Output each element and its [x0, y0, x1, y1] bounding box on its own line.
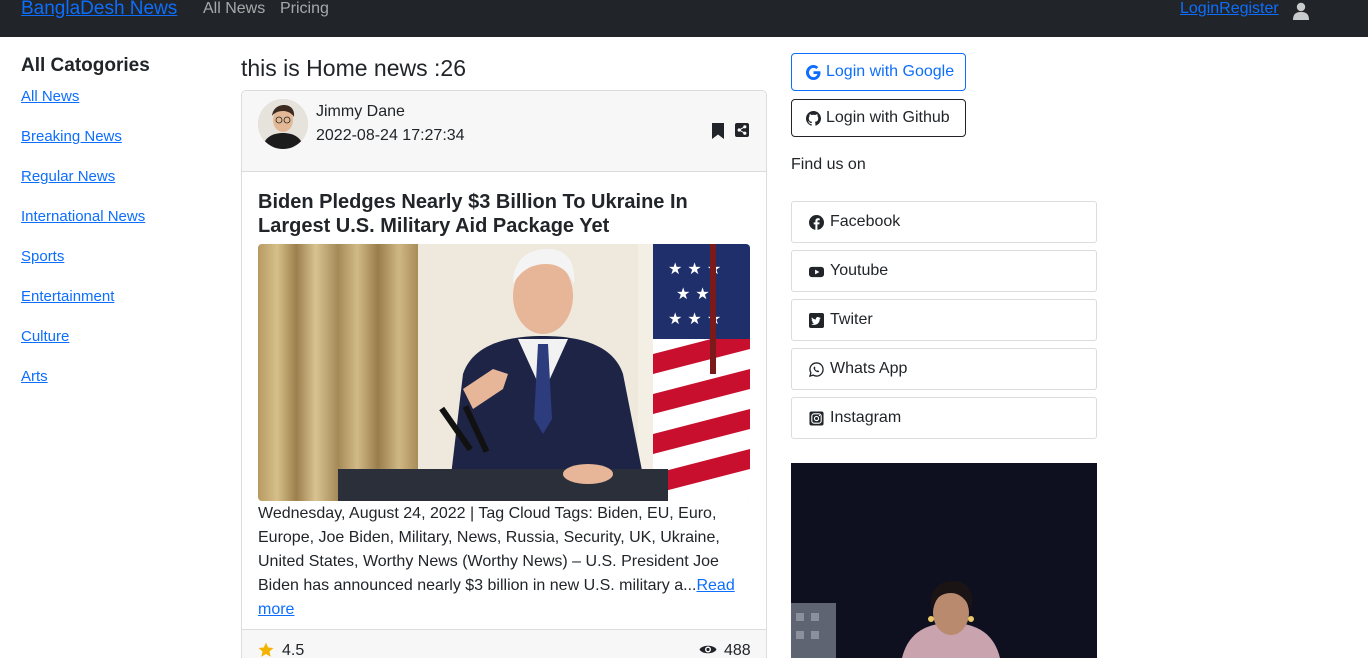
- top-navbar: BanglaDesh News All News Pricing LoginRe…: [0, 0, 1368, 37]
- social-label: Youtube: [830, 262, 889, 279]
- user-icon[interactable]: [1293, 2, 1309, 20]
- category-list: All News Breaking News Regular News Inte…: [21, 88, 145, 408]
- list-item: Arts: [21, 368, 145, 408]
- whatsapp-icon: [809, 361, 824, 377]
- category-regular-news[interactable]: Regular News: [21, 168, 115, 185]
- github-icon: [806, 110, 821, 126]
- card-header: Jimmy Dane 2022-08-24 17:27:34: [242, 91, 766, 172]
- login-google-label: Login with Google: [826, 63, 955, 80]
- social-label: Instagram: [830, 409, 902, 426]
- category-all-news[interactable]: All News: [21, 88, 79, 105]
- share-icon[interactable]: [735, 123, 749, 137]
- list-item: International News: [21, 208, 145, 248]
- news-card: Jimmy Dane 2022-08-24 17:27:34 Biden Ple…: [241, 90, 767, 658]
- login-register-link[interactable]: LoginRegister: [1180, 0, 1279, 18]
- rating-value: 4.5: [282, 642, 305, 658]
- social-label: Twiter: [830, 311, 873, 328]
- category-entertainment[interactable]: Entertainment: [21, 288, 114, 305]
- social-instagram[interactable]: Instagram: [791, 397, 1097, 439]
- eye-icon: [699, 645, 717, 654]
- login-github-label: Login with Github: [826, 109, 950, 126]
- social-facebook[interactable]: Facebook: [791, 201, 1097, 243]
- list-item: All News: [21, 88, 145, 128]
- star-icon: [258, 642, 274, 657]
- nav-all-news[interactable]: All News: [203, 0, 265, 18]
- publish-date: 2022-08-24 17:27:34: [316, 127, 465, 144]
- youtube-icon: [809, 266, 824, 277]
- social-whatsapp[interactable]: Whats App: [791, 348, 1097, 390]
- views-count: 488: [724, 642, 751, 658]
- social-label: Facebook: [830, 213, 901, 230]
- list-item: Sports: [21, 248, 145, 288]
- login-google-button[interactable]: Login with Google: [791, 53, 966, 91]
- instagram-icon: [809, 410, 824, 426]
- author-avatar: [258, 99, 308, 149]
- ad-image: [791, 463, 1097, 658]
- social-label: Whats App: [830, 360, 908, 377]
- facebook-icon: [809, 214, 824, 230]
- nav-pricing[interactable]: Pricing: [280, 0, 329, 18]
- list-item: Regular News: [21, 168, 145, 208]
- list-item: Breaking News: [21, 128, 145, 168]
- list-item: Culture: [21, 328, 145, 368]
- category-international-news[interactable]: International News: [21, 208, 145, 225]
- news-excerpt: Wednesday, August 24, 2022 | Tag Cloud T…: [258, 505, 735, 618]
- bookmark-icon[interactable]: [712, 123, 724, 139]
- login-github-button[interactable]: Login with Github: [791, 99, 966, 137]
- category-breaking-news[interactable]: Breaking News: [21, 128, 122, 145]
- social-twitter[interactable]: Twiter: [791, 299, 1097, 341]
- category-culture[interactable]: Culture: [21, 328, 69, 345]
- news-image: ★ ★ ★ ★ ★ ★ ★ ★: [258, 244, 750, 501]
- category-sports[interactable]: Sports: [21, 248, 64, 265]
- brand-link[interactable]: BanglaDesh News: [21, 0, 177, 20]
- news-headline[interactable]: Biden Pledges Nearly $3 Billion To Ukrai…: [258, 190, 753, 238]
- twitter-icon: [809, 312, 824, 328]
- find-us-heading: Find us on: [791, 156, 866, 173]
- list-item: Entertainment: [21, 288, 145, 328]
- page-title: this is Home news :26: [241, 55, 466, 81]
- author-name: Jimmy Dane: [316, 103, 405, 120]
- categories-heading: All Catogories: [21, 55, 150, 76]
- google-icon: [806, 64, 821, 80]
- category-arts[interactable]: Arts: [21, 368, 48, 385]
- card-footer: 4.5 488: [242, 629, 766, 658]
- social-youtube[interactable]: Youtube: [791, 250, 1097, 292]
- svg-text:★ ★: ★ ★: [676, 284, 710, 303]
